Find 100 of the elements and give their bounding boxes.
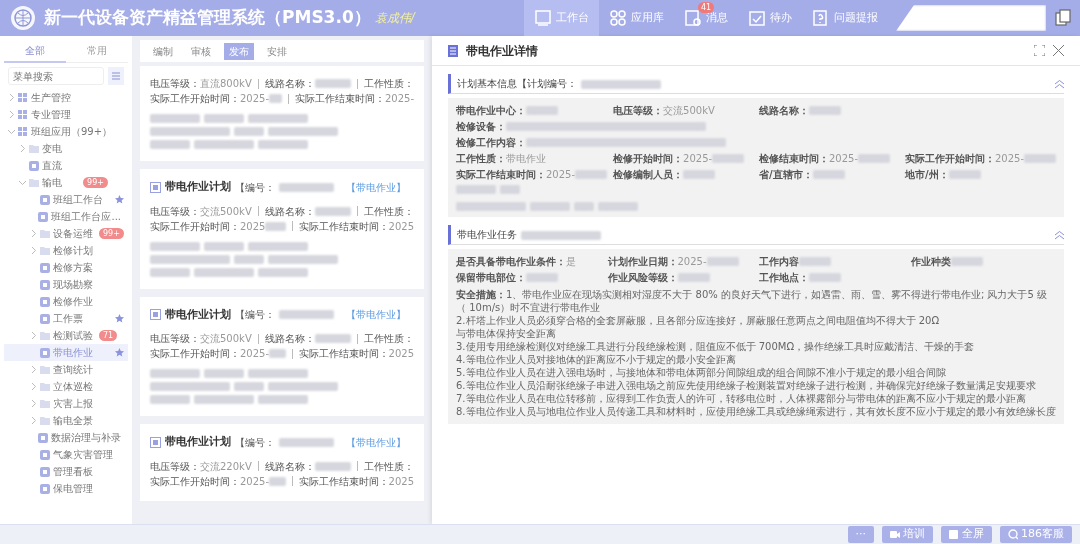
field-text: 实际工作结束时间：2025 <box>298 347 414 361</box>
field-text: 实际工作开始时间：2025- <box>150 92 270 106</box>
count-badge: 99+ <box>99 228 124 239</box>
folder-icon <box>29 178 39 187</box>
chevron-icon[interactable] <box>30 230 37 237</box>
search-field[interactable]: 菜单搜索 <box>8 67 104 85</box>
redacted-block <box>258 267 308 277</box>
chevron-icon[interactable] <box>30 366 37 373</box>
redacted-block <box>204 241 244 251</box>
close-icon[interactable] <box>1053 45 1064 56</box>
fullscreen-icon[interactable] <box>1034 45 1045 56</box>
chevron-icon[interactable] <box>19 145 26 152</box>
tree-item[interactable]: 检测试验 71 <box>4 327 128 344</box>
chevron-icon[interactable] <box>30 247 37 254</box>
field-text: 线路名称： <box>264 459 315 474</box>
field-text: 工作性质： <box>364 204 414 219</box>
tree-item[interactable]: 输电全景 <box>4 412 128 429</box>
checkbox-icon[interactable] <box>150 309 161 321</box>
count-badge: 71 <box>99 330 118 341</box>
count-badge: 41 <box>698 2 715 13</box>
redacted-block <box>574 202 594 211</box>
tree-item[interactable]: 现场勘察 <box>4 276 128 293</box>
field-text: 带电作业中心： <box>456 104 526 117</box>
section-title: 带电作业任务 <box>457 229 517 241</box>
checkbox-icon[interactable] <box>150 181 161 193</box>
field-text: 省/直辖市： <box>759 168 813 181</box>
redacted-block <box>279 182 334 192</box>
tree-item[interactable]: 生产管控 <box>4 89 128 106</box>
tree-item[interactable]: 检修计划 <box>4 242 128 259</box>
tree-item[interactable]: 带电作业 <box>4 344 128 361</box>
redacted-block <box>150 140 190 149</box>
page-icon <box>40 262 50 273</box>
field-text: 工作内容 <box>759 255 799 268</box>
tree-item[interactable]: 立体巡检 <box>4 378 128 395</box>
redacted-block <box>150 395 190 404</box>
collapse-icon[interactable] <box>1055 79 1064 89</box>
status-tab[interactable]: 审核 <box>186 42 216 60</box>
tree-item[interactable]: 气象灾害管理 <box>4 446 128 463</box>
chevron-icon[interactable] <box>8 111 15 118</box>
redacted-block <box>248 369 308 378</box>
report-icon <box>812 9 830 27</box>
redacted-block <box>530 202 570 211</box>
measure-text: 安全措施：1、带电作业应在现场实测相对湿度不大于 80% 的良好天气下进行，如遇雷、雨、雪、雾不得进行带电作业; 风力大于5 级（ 10m/s）时不宜进行带电作业 <box>456 288 1049 314</box>
field-text: 工作性质： <box>364 459 414 474</box>
type-tag: 【带电作业】 <box>346 179 406 195</box>
tree-item[interactable]: 保电管理 <box>4 480 128 497</box>
redacted-block <box>234 127 264 136</box>
tree-item[interactable]: 数据治理与补录 <box>4 429 128 446</box>
nav-tab[interactable]: 消息 41 <box>674 0 738 36</box>
star-icon[interactable] <box>115 348 124 357</box>
tree-item[interactable]: 检修作业 <box>4 293 128 310</box>
tree-item[interactable]: 管理看板 <box>4 463 128 480</box>
redacted-block <box>500 185 520 194</box>
tree-item[interactable]: 变电 <box>4 140 128 157</box>
chevron-icon[interactable] <box>30 332 37 339</box>
card-title: 带电作业计划 <box>165 434 231 450</box>
chevron-icon[interactable] <box>8 94 15 101</box>
chevron-icon[interactable] <box>30 383 37 390</box>
card-title: 带电作业计划 <box>165 306 231 323</box>
tree-item[interactable]: 查询统计 <box>4 361 128 378</box>
field-text: 地市/州： <box>904 168 949 181</box>
measure-text: 6.等电位作业人员沿耐张绝缘子串进入强电场之前应先使用绝缘子检测装置对绝缘子进行检测，并确保完好绝缘子数量满足安规要求 <box>456 379 1037 392</box>
field-text: 实际工作结束时间：2025- <box>456 168 576 181</box>
field-text: 工作地点： <box>759 271 809 284</box>
page-icon <box>40 466 50 477</box>
redacted-block <box>204 114 244 123</box>
tree-item[interactable]: 灾害上报 <box>4 395 128 412</box>
tree-item[interactable]: 检修方案 <box>4 259 128 276</box>
chevron-icon[interactable] <box>19 179 26 186</box>
collapse-icon[interactable] <box>1055 230 1064 240</box>
chevron-icon[interactable] <box>30 400 37 407</box>
tree-item[interactable]: 班组应用（99+） <box>4 123 128 140</box>
redacted-block <box>248 114 308 123</box>
sidebar-tab[interactable]: 全部 <box>4 40 66 63</box>
status-tab[interactable]: 安排 <box>262 42 292 60</box>
star-icon[interactable] <box>115 195 124 204</box>
video-icon <box>890 529 900 540</box>
star-icon[interactable] <box>115 314 124 323</box>
chevron-icon[interactable] <box>8 128 15 135</box>
sidebar-tab[interactable]: 常用 <box>66 40 128 63</box>
tree-item[interactable]: 工作票 <box>4 310 128 327</box>
field-text: 电压等级：直流800kV <box>150 77 252 91</box>
list-button[interactable] <box>108 67 124 85</box>
tree-item[interactable]: 班组工作台 <box>4 191 128 208</box>
number-label: 【编号： <box>235 435 275 450</box>
status-tab[interactable]: 编制 <box>148 42 178 60</box>
tree-item[interactable]: 设备运维 99+ <box>4 225 128 242</box>
checklist-icon <box>748 9 766 27</box>
tree-item[interactable]: 班组工作台应... <box>4 208 128 225</box>
tree-item[interactable]: 专业管理 <box>4 106 128 123</box>
folder-icon <box>40 331 50 340</box>
tree-item[interactable]: 输电 99+ <box>4 174 128 191</box>
checkbox-icon[interactable] <box>150 436 161 448</box>
page-icon <box>40 279 50 290</box>
chevron-icon[interactable] <box>30 417 37 424</box>
type-tag: 【带电作业】 <box>346 307 406 323</box>
tree-item[interactable]: 直流 <box>4 157 128 174</box>
page-icon <box>38 432 48 443</box>
field-text: 线路名称： <box>264 332 315 346</box>
field-text: 电压等级：交流500kV <box>613 104 715 117</box>
